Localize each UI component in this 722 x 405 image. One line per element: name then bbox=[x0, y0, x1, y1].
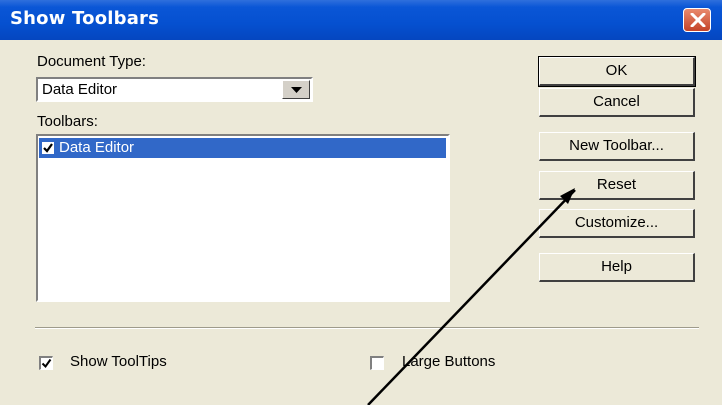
annotation-arrow bbox=[367, 188, 576, 405]
